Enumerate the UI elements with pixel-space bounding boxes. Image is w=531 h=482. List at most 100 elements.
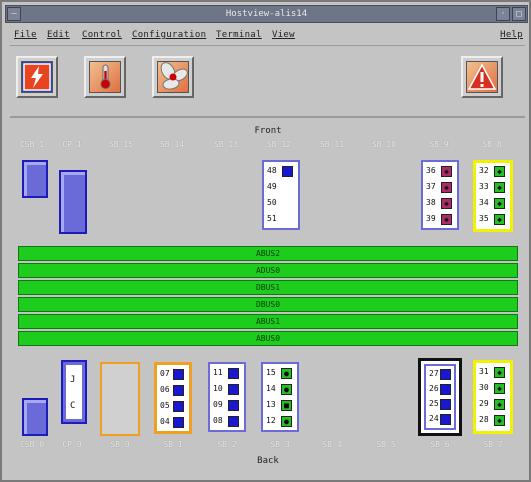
slot-row: 27 [429, 368, 455, 382]
slot-row: 35 ◆ [479, 213, 509, 227]
menu-configuration[interactable]: Configuration [132, 30, 206, 40]
slot-label-sb6: SB 6 [430, 440, 450, 449]
bus-dbus0[interactable]: DBUS0 [18, 297, 518, 312]
cpu-status-icon[interactable] [173, 369, 184, 380]
slot-row: 29 ◆ [479, 398, 509, 412]
diamond-icon[interactable]: ◆ [441, 214, 452, 225]
slot-label-sb15: SB 15 [108, 140, 134, 149]
diamond-icon[interactable]: ◆ [494, 198, 505, 209]
cpu-status-icon[interactable] [440, 414, 451, 425]
slot-row: 25 [429, 398, 455, 412]
cpu-status-icon[interactable] [440, 384, 451, 395]
dot-icon[interactable]: ● [281, 368, 292, 379]
slot-row: 26 [429, 383, 455, 397]
slot-label-sb10: SB 10 [371, 140, 397, 149]
dot-icon[interactable]: ● [281, 416, 292, 427]
board-sb0[interactable] [100, 362, 140, 436]
board-sb12[interactable]: 48 49 50 51 [262, 160, 300, 230]
menu-help[interactable]: Help [500, 30, 523, 40]
minimize-button[interactable]: · [496, 7, 510, 21]
cpu-status-icon[interactable] [440, 369, 451, 380]
maximize-button[interactable]: □ [512, 7, 526, 21]
diamond-icon[interactable]: ◆ [494, 399, 505, 410]
board-sb6[interactable]: 27 26 25 24 [418, 358, 462, 436]
slot-row: 37 ◆ [426, 181, 456, 195]
diamond-icon[interactable]: ◆ [441, 198, 452, 209]
diamond-icon[interactable]: ◆ [494, 415, 505, 426]
diamond-icon[interactable]: ◆ [494, 214, 505, 225]
slot-row: 24 [429, 413, 455, 427]
bus-abus0[interactable]: ABUS0 [18, 331, 518, 346]
slot-label-csb1: CSB 1 [19, 140, 45, 149]
diamond-icon[interactable]: ◆ [494, 166, 505, 177]
board-sb9[interactable]: 36 ◆ 37 ◆ 38 ◆ 39 ◆ [421, 160, 459, 230]
slot-row: 04 [160, 416, 188, 430]
fan-button[interactable] [152, 56, 194, 98]
board-cp1[interactable] [59, 170, 87, 234]
alert-button[interactable] [461, 56, 503, 98]
cpu-status-icon[interactable] [228, 368, 239, 379]
cpu-status-icon[interactable] [440, 399, 451, 410]
thermometer-icon [89, 61, 121, 93]
board-sb1[interactable]: 07 06 05 04 [154, 362, 192, 434]
slot-row: 28 ◆ [479, 414, 509, 428]
title-bar[interactable]: — Hostview-alis14 · □ [5, 5, 528, 23]
diamond-icon[interactable]: ◆ [494, 182, 505, 193]
diamond-icon[interactable]: ◆ [441, 182, 452, 193]
slot-label-sb5: SB 5 [376, 440, 396, 449]
diamond-icon[interactable]: ◆ [494, 367, 505, 378]
board-csb0[interactable] [22, 398, 48, 436]
sb6-inner: 27 26 25 24 [424, 364, 456, 430]
board-csb1[interactable] [22, 160, 48, 198]
board-sb3[interactable]: 15 ● 14 ● 13 ■ 12 ● [261, 362, 299, 432]
power-icon [21, 61, 53, 93]
cpu-status-icon[interactable] [173, 401, 184, 412]
cpu-status-icon[interactable] [173, 385, 184, 396]
cpu-status-icon[interactable] [282, 166, 293, 177]
slot-row: 06 [160, 384, 188, 398]
slot-row: 09 [213, 399, 243, 413]
menu-file[interactable]: File [14, 30, 37, 40]
front-label: Front [254, 126, 282, 136]
slot-row: 12 ● [266, 415, 296, 429]
board-sb8[interactable]: 32 ◆ 33 ◆ 34 ◆ 35 ◆ [473, 160, 513, 232]
window-title: Hostview-alis14 [225, 9, 308, 19]
bus-dbus1[interactable]: DBUS1 [18, 280, 518, 295]
slot-row: 14 ● [266, 383, 296, 397]
slot-label-cp1: CP 1 [62, 140, 82, 149]
board-cp0[interactable]: J C [61, 360, 87, 424]
diamond-icon[interactable]: ◆ [494, 383, 505, 394]
app-window: — Hostview-alis14 · □ File Edit Control … [0, 0, 531, 482]
cpu-status-icon[interactable] [228, 400, 239, 411]
bus-abus1[interactable]: ABUS1 [18, 314, 518, 329]
board-sb2[interactable]: 11 10 09 08 [208, 362, 246, 432]
square-icon[interactable]: ■ [281, 400, 292, 411]
menu-view[interactable]: View [272, 30, 295, 40]
bus-adus0[interactable]: ADUS0 [18, 263, 518, 278]
diamond-icon[interactable]: ◆ [441, 166, 452, 177]
temperature-button[interactable] [84, 56, 126, 98]
slot-label-cp0: CP 0 [62, 440, 82, 449]
slot-row: 31 ◆ [479, 366, 509, 380]
cpu-status-icon[interactable] [228, 384, 239, 395]
dot-icon[interactable]: ● [281, 384, 292, 395]
slot-row: 07 [160, 368, 188, 382]
slot-row: 15 ● [266, 367, 296, 381]
cpu-status-icon[interactable] [173, 417, 184, 428]
slot-row: 30 ◆ [479, 382, 509, 396]
slot-row: 51 [267, 214, 277, 223]
slot-label-sb3: SB 3 [270, 440, 290, 449]
cpu-status-icon[interactable] [228, 416, 239, 427]
menu-edit[interactable]: Edit [47, 30, 70, 40]
menu-terminal[interactable]: Terminal [216, 30, 262, 40]
slot-row: 36 ◆ [426, 165, 456, 179]
slot-label-csb0: CSB 0 [19, 440, 45, 449]
board-sb7[interactable]: 31 ◆ 30 ◆ 29 ◆ 28 ◆ [473, 360, 513, 434]
slot-label-sb9: SB 9 [429, 140, 449, 149]
system-board-panel: Front CSB 1 CP 1 SB 15 SB 14 SB 13 SB 12… [14, 122, 522, 472]
bus-abus2[interactable]: ABUS2 [18, 246, 518, 261]
slot-row: 10 [213, 383, 243, 397]
power-button[interactable] [16, 56, 58, 98]
window-menu-button[interactable]: — [7, 7, 21, 21]
menu-control[interactable]: Control [82, 30, 122, 40]
